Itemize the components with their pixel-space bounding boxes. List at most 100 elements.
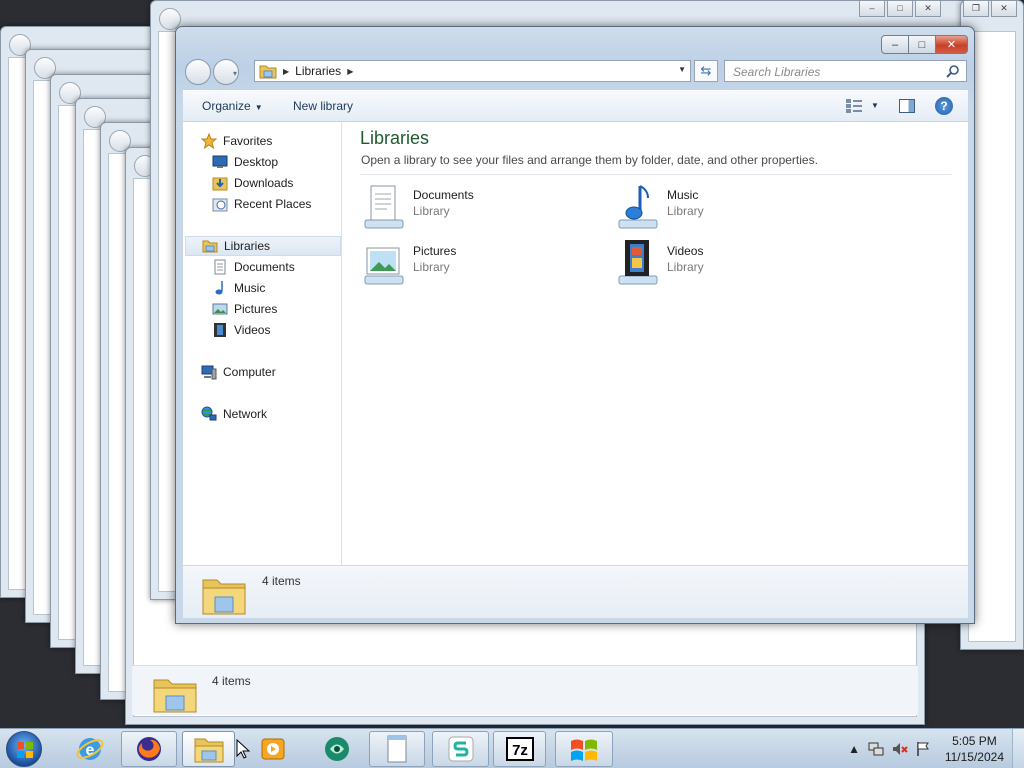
taskbar-firefox[interactable] (121, 731, 177, 767)
notification-area: ▲ (840, 729, 930, 768)
window-body: Favorites Desktop Downloads Recent Place… (183, 122, 968, 565)
sidebar-item-label: Libraries (224, 239, 271, 253)
taskbar-s-app[interactable] (432, 731, 489, 767)
library-name: Pictures (413, 244, 457, 258)
navigation-pane: Favorites Desktop Downloads Recent Place… (183, 122, 342, 565)
sidebar-item-computer[interactable]: Computer (201, 362, 276, 382)
star-icon (201, 133, 217, 149)
sidebar-item-favorites[interactable]: Favorites (201, 131, 272, 151)
command-bar: Organize ▼ New library ▼ ? (183, 90, 968, 122)
address-dropdown-icon[interactable]: ▼ (678, 65, 686, 74)
chevron-down-icon: ▼ (254, 103, 263, 112)
taskbar-windows-app[interactable] (555, 731, 613, 767)
windows-icon (571, 739, 597, 761)
explorer-icon (194, 738, 223, 763)
item-count: 4 items (212, 674, 251, 688)
close-button[interactable]: ✕ (915, 1, 941, 17)
mouse-cursor-icon (236, 739, 250, 759)
taskbar-media-player[interactable] (245, 731, 301, 767)
divider (360, 174, 952, 175)
close-button[interactable]: ✕ (936, 35, 968, 54)
7zip-label: 7z (512, 742, 528, 759)
address-bar[interactable]: ▶ Libraries ▶ ▼ (254, 60, 691, 82)
organize-label: Organize (202, 99, 251, 113)
taskbar-internet-explorer[interactable]: e (62, 731, 118, 767)
sidebar-item-label: Computer (223, 365, 276, 379)
pictures-library-icon (364, 247, 404, 285)
libraries-folder-icon (259, 65, 277, 79)
volume-muted-icon[interactable] (892, 741, 908, 757)
music-library-icon (618, 185, 658, 229)
taskbar-7zip[interactable]: 7z (493, 731, 546, 767)
recent-pages-dropdown-icon[interactable]: ▾ (233, 69, 243, 78)
breadcrumb-arrow-icon[interactable]: ▶ (347, 67, 353, 76)
breadcrumb-libraries[interactable]: Libraries (295, 64, 341, 78)
sidebar-item-label: Pictures (234, 302, 278, 316)
library-item-music[interactable]: Music Library (613, 182, 704, 234)
maximize-button[interactable]: □ (909, 35, 936, 54)
restore-button[interactable]: ❐ (963, 1, 989, 17)
windows-logo-icon (17, 742, 33, 758)
back-button[interactable] (185, 59, 211, 85)
refresh-icon: ⇆ (700, 63, 712, 78)
maximize-button[interactable]: □ (887, 1, 913, 17)
start-button[interactable] (6, 731, 42, 767)
taskbar-notepad[interactable] (369, 731, 425, 767)
sidebar-item-recent-places[interactable]: Recent Places (212, 194, 311, 214)
sidebar-item-music[interactable]: Music (212, 278, 265, 298)
sidebar-item-label: Videos (234, 323, 271, 337)
network-tray-icon[interactable] (868, 741, 884, 757)
caption-buttons: – □ ✕ (859, 1, 941, 17)
library-item-pictures[interactable]: Pictures Library (359, 238, 456, 290)
documents-icon (212, 259, 228, 275)
minimize-button[interactable]: – (881, 35, 909, 54)
library-name: Videos (667, 244, 704, 258)
recent-places-icon (212, 196, 228, 212)
refresh-button[interactable]: ⇆ (694, 60, 718, 82)
close-button[interactable]: ✕ (991, 1, 1017, 17)
computer-icon (201, 364, 217, 380)
sidebar-item-downloads[interactable]: Downloads (212, 173, 293, 193)
sidebar-item-network[interactable]: Network (201, 404, 267, 424)
sidebar-item-label: Favorites (223, 134, 273, 148)
page-subtitle: Open a library to see your files and arr… (361, 153, 818, 167)
preview-pane-icon[interactable] (899, 99, 915, 113)
action-center-flag-icon[interactable] (916, 741, 930, 757)
sidebar-item-label: Recent Places (234, 197, 312, 211)
caption-buttons: ❐ ✕ (963, 1, 1017, 17)
change-view-icon[interactable] (845, 98, 863, 114)
sidebar-item-desktop[interactable]: Desktop (212, 152, 278, 172)
taskbar-explorer[interactable] (182, 731, 235, 767)
pictures-icon (212, 301, 228, 317)
taskbar: e 7z ▲ 5:05 PM 11/15/2024 (0, 728, 1024, 768)
media-player-icon (261, 738, 285, 760)
library-item-videos[interactable]: Videos Library (613, 238, 704, 290)
system-clock[interactable]: 5:05 PM 11/15/2024 (945, 733, 1004, 765)
search-input[interactable]: Search Libraries (724, 60, 967, 82)
caption-buttons: – □ ✕ (881, 35, 968, 54)
sidebar-item-label: Desktop (234, 155, 279, 169)
window-body (968, 31, 1016, 642)
library-kind: Library (413, 260, 450, 274)
videos-library-icon (618, 240, 658, 285)
views-dropdown-icon[interactable]: ▼ (871, 101, 879, 110)
show-desktop-button[interactable] (1012, 729, 1024, 768)
network-icon (201, 406, 217, 422)
library-name: Music (667, 188, 699, 202)
help-icon[interactable]: ? (935, 97, 953, 115)
show-hidden-icons-icon[interactable]: ▲ (848, 742, 860, 756)
sidebar-item-libraries[interactable]: Libraries (185, 236, 341, 256)
firefox-icon (137, 737, 161, 761)
minimize-button[interactable]: – (859, 1, 885, 17)
library-item-documents[interactable]: Documents Library (359, 182, 474, 234)
downloads-folder-icon (212, 175, 228, 191)
organize-button[interactable]: Organize ▼ (202, 99, 263, 113)
sidebar-item-documents[interactable]: Documents (212, 257, 295, 277)
taskbar-app[interactable] (309, 731, 365, 767)
new-library-button[interactable]: New library (293, 99, 353, 113)
sidebar-item-pictures[interactable]: Pictures (212, 299, 277, 319)
libraries-folder-icon (202, 579, 246, 615)
sidebar-item-videos[interactable]: Videos (212, 320, 270, 340)
breadcrumb-arrow-icon[interactable]: ▶ (283, 67, 289, 76)
explorer-window[interactable]: – □ ✕ ▾ ▶ Libraries ▶ ▼ ⇆ Search Librari… (175, 26, 975, 624)
